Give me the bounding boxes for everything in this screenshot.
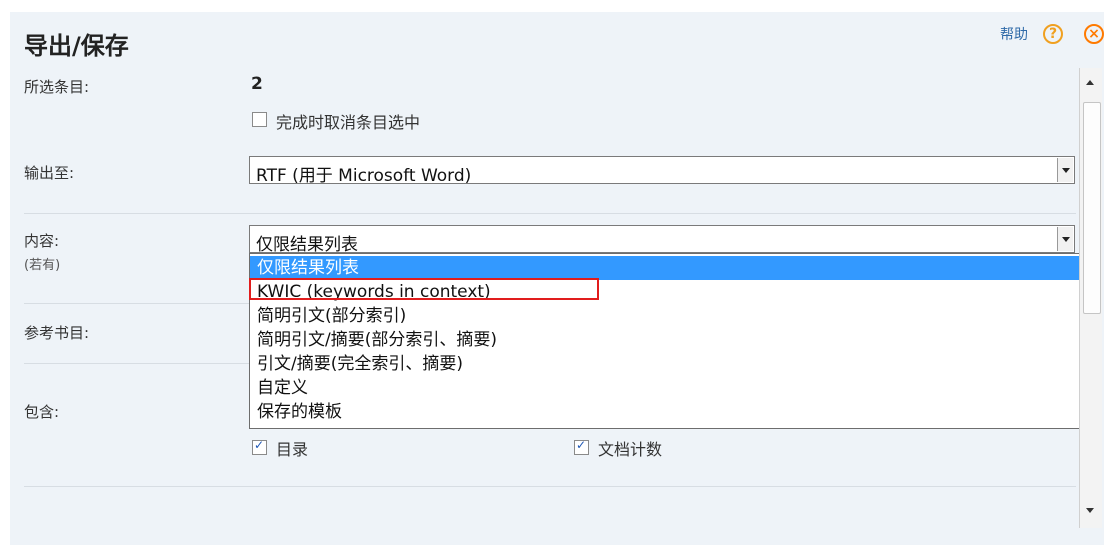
scrollbar-thumb[interactable]	[1083, 102, 1101, 314]
content-select-value: 仅限结果列表	[256, 235, 358, 255]
vertical-scrollbar[interactable]	[1079, 68, 1102, 528]
divider	[24, 213, 1076, 214]
option-saved-template[interactable]: 保存的模板	[250, 400, 1084, 424]
selected-items-label: 所选条目:	[24, 78, 90, 96]
divider	[24, 486, 1076, 487]
doc-count-checkbox-label[interactable]: 文档计数	[598, 436, 662, 460]
output-label: 输出至:	[24, 164, 75, 182]
bibliography-label: 参考书目:	[24, 324, 90, 342]
content-select[interactable]: 仅限结果列表	[249, 225, 1075, 255]
output-select-value: RTF (用于 Microsoft Word)	[256, 166, 472, 186]
help-link[interactable]: 帮助	[1000, 24, 1028, 44]
option-short-citation[interactable]: 简明引文(部分索引)	[250, 304, 1084, 328]
content-label: 内容:	[24, 232, 60, 250]
dialog-title: 导出/保存	[24, 32, 129, 60]
doc-count-checkbox[interactable]	[574, 438, 589, 455]
include-label: 包含:	[24, 403, 60, 421]
output-select[interactable]: RTF (用于 Microsoft Word)	[249, 156, 1075, 186]
toc-checkbox-label[interactable]: 目录	[276, 436, 308, 460]
help-icon[interactable]: ?	[1043, 24, 1063, 44]
close-icon[interactable]: ×	[1084, 24, 1104, 44]
option-short-citation-abstract[interactable]: 简明引文/摘要(部分索引、摘要)	[250, 328, 1084, 352]
chevron-down-icon[interactable]	[1057, 227, 1073, 251]
deselect-checkbox-label[interactable]: 完成时取消条目选中	[276, 109, 420, 133]
option-results-only[interactable]: 仅限结果列表	[250, 256, 1084, 280]
deselect-checkbox[interactable]	[252, 112, 267, 127]
option-custom[interactable]: 自定义	[250, 376, 1084, 400]
content-sublabel: (若有)	[24, 258, 61, 273]
annotation-highlight-box	[249, 278, 599, 300]
option-full-citation-abstract[interactable]: 引文/摘要(完全索引、摘要)	[250, 352, 1084, 376]
toc-checkbox[interactable]	[252, 438, 267, 455]
selected-items-count: 2	[251, 74, 263, 94]
chevron-down-icon[interactable]	[1057, 158, 1073, 182]
